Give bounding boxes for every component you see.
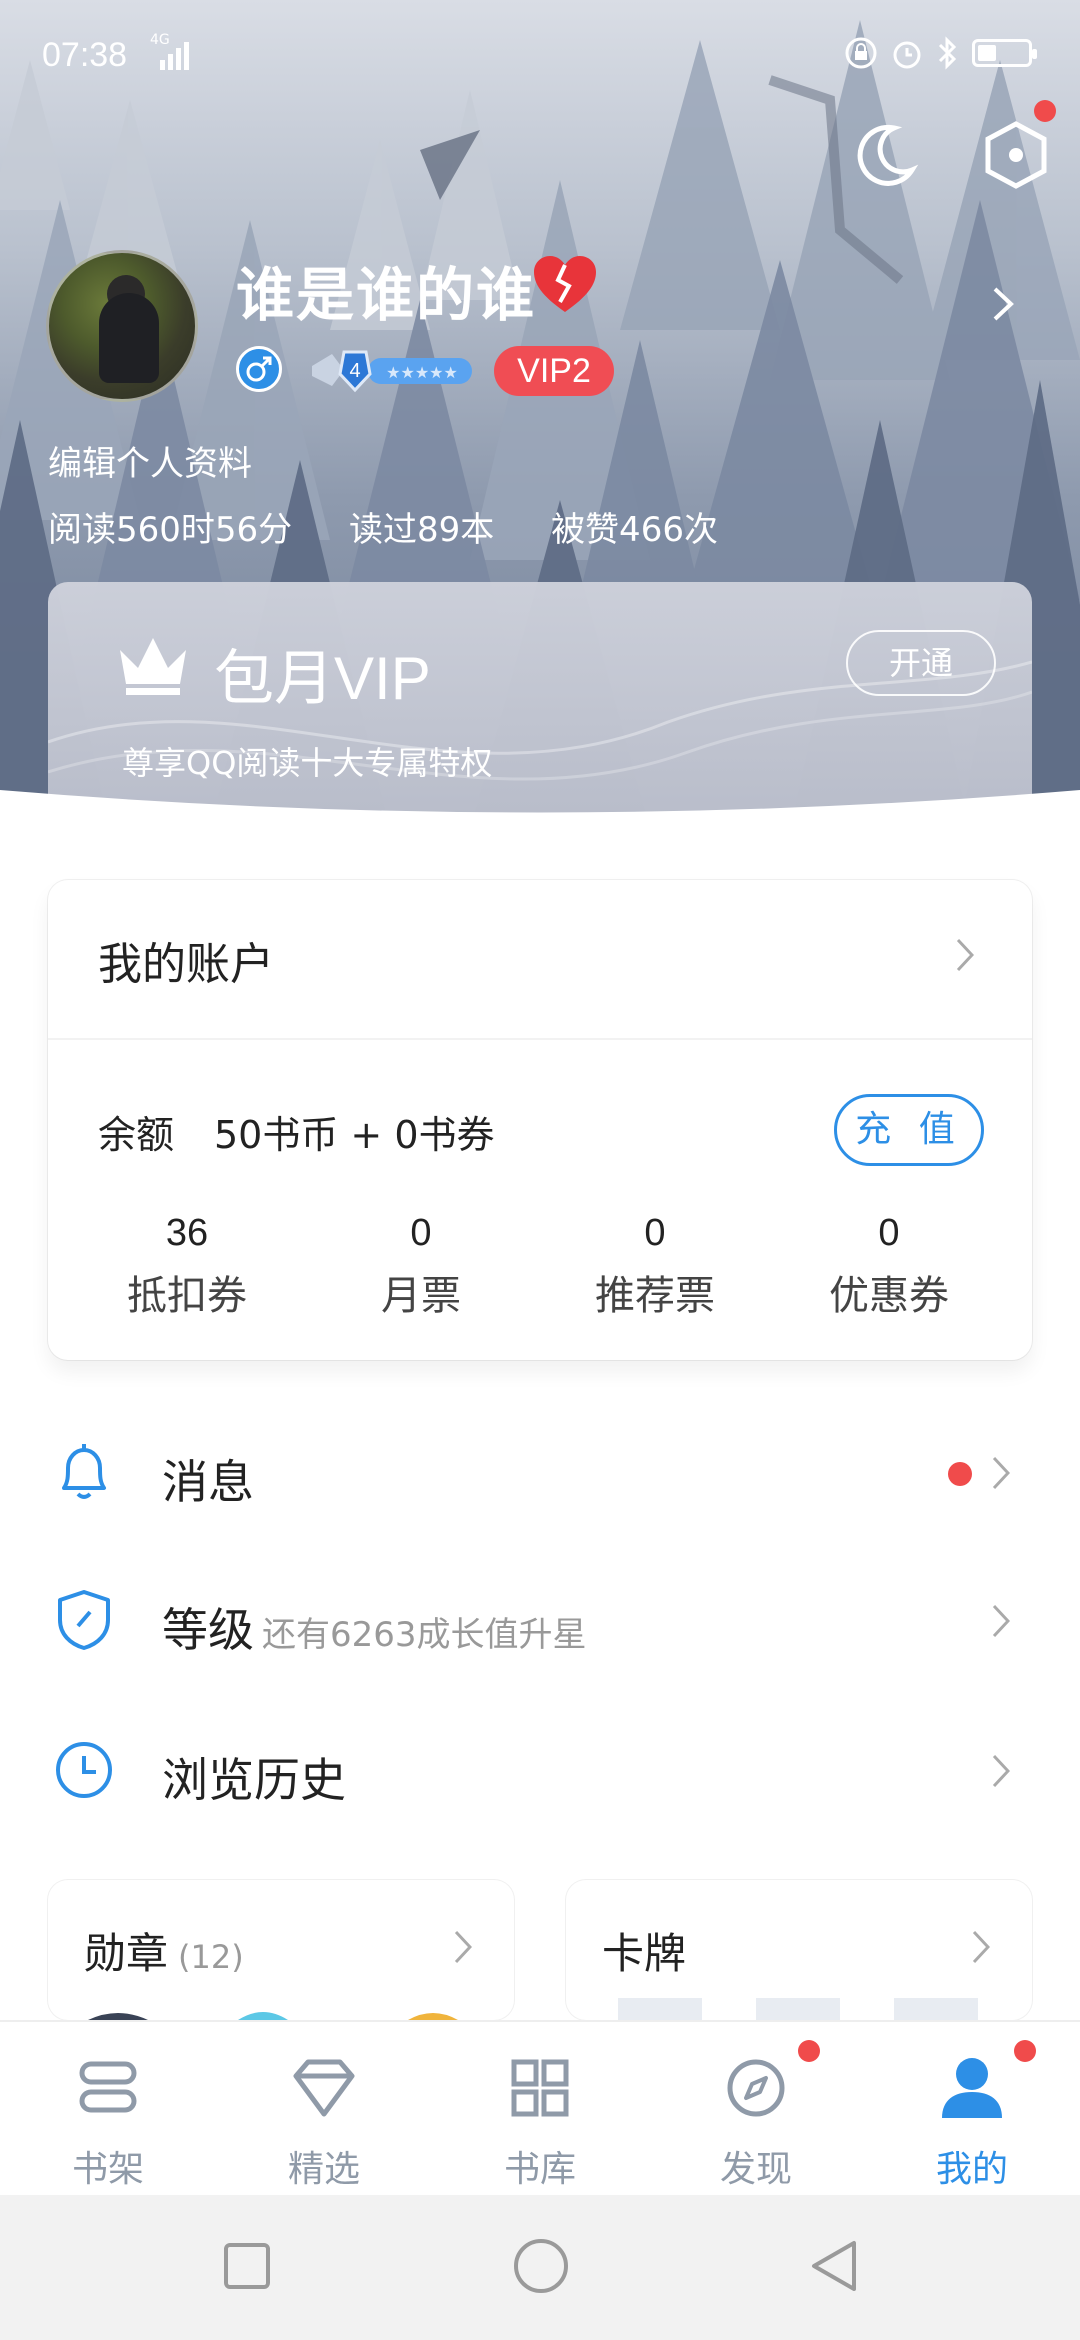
stat-monthly-tickets[interactable]: 0 月票 [304,1212,538,1321]
level-number: 4 [349,360,360,382]
tab-label: 发现 [719,2149,792,2190]
me-badge [1014,2040,1036,2062]
stat-value: 0 [878,1212,900,1254]
tab-featured[interactable]: 精选 [216,2022,432,2195]
chevron-right-icon [454,1930,472,1964]
balance-label: 余额 [98,1113,175,1157]
settings-icon[interactable] [984,120,1048,190]
stat-discount-coupons[interactable]: 0 优惠券 [772,1212,1006,1321]
grid-icon [511,2059,569,2117]
open-vip-button[interactable]: 开通 [846,630,996,696]
vip-badge[interactable]: VIP2 [494,346,614,396]
tab-library[interactable]: 书库 [432,2022,648,2195]
menu-item-history[interactable]: 浏览历史 [0,1710,1080,1830]
stat-deduction-coupons[interactable]: 36 抵扣券 [70,1212,304,1321]
diamond-icon [293,2059,355,2117]
bell-icon [62,1444,106,1499]
menu-item-messages[interactable]: 消息 [0,1412,1080,1532]
discover-badge [798,2040,820,2062]
account-stats: 36 抵扣券 0 月票 0 推荐票 0 优惠券 [48,1212,1032,1321]
cards-card[interactable]: 卡牌 [566,1880,1032,2020]
chevron-right-icon[interactable] [992,286,1014,322]
home-icon[interactable] [510,2235,572,2297]
broken-heart-icon [534,256,596,312]
clock-icon [56,1742,112,1798]
stat-label: 月票 [381,1273,461,1319]
tab-label: 书库 [503,2149,576,2190]
account-card: 我的账户 余额 50书币 + 0书券 充 值 36 抵扣券 0 月票 0 推荐票… [48,880,1032,1360]
bookshelf-icon [79,2061,137,2113]
person-icon [942,2058,1002,2118]
settings-badge [1034,100,1056,122]
recent-apps-icon[interactable] [216,2235,278,2297]
chevron-right-icon [972,1930,990,1964]
stat-value: 0 [644,1212,666,1254]
stat-recommend-tickets[interactable]: 0 推荐票 [538,1212,772,1321]
divider [48,1038,1032,1040]
stat-value: 0 [410,1212,432,1254]
unread-badge [948,1462,972,1486]
tab-label: 我的 [935,2149,1008,2190]
likes-count: 被赞466次 [551,510,718,550]
male-gender-icon [236,346,282,392]
vip-subtitle: 尊享QQ阅读十大专属特权 [122,744,493,782]
level-hint: 还有6263成长值升星 [262,1615,587,1655]
medals-count: (12) [178,1938,244,1976]
level-badge[interactable]: 4 ★★★★★ [308,346,474,394]
chevron-right-icon [992,1456,1010,1490]
lock-rotation-icon [845,37,877,69]
chevron-right-icon[interactable] [956,938,974,972]
signal-icon [160,42,189,70]
cards-title: 卡牌 [602,1929,687,1978]
medals-title: 勋章 (12) [84,1920,244,1981]
bottom-tab-bar: 书架 精选 书库 发现 我的 [0,2020,1080,2195]
reading-time: 阅读560时56分 [48,510,293,550]
alarm-icon [893,41,921,69]
medals-card[interactable]: 勋章 (12) [48,1880,514,2020]
card-previews [618,1998,978,2020]
balance-value: 50书币 + 0书券 [214,1113,495,1157]
back-icon[interactable] [804,2235,866,2297]
stat-label: 抵扣券 [127,1273,247,1319]
tab-me[interactable]: 我的 [864,2022,1080,2195]
status-bar: 07:38 4G [0,28,1080,88]
tab-label: 精选 [287,2149,360,2190]
edit-profile-link[interactable]: 编辑个人资料 [48,436,252,485]
tab-discover[interactable]: 发现 [648,2022,864,2195]
stat-label: 推荐票 [595,1273,715,1319]
compass-icon [727,2059,785,2117]
avatar[interactable] [46,250,198,402]
shield-icon [58,1590,110,1650]
profile-header: 07:38 4G 谁是谁的谁 4 ★★★★★ VIP2 编辑个人资料 阅读560… [0,0,1080,830]
menu-label: 等级 还有6263成长值升星 [162,1594,587,1660]
header-curve [0,790,1080,890]
books-read: 读过89本 [348,510,495,550]
account-title[interactable]: 我的账户 [98,928,274,992]
battery-icon [972,39,1037,67]
medals-label: 勋章 [84,1929,169,1978]
menu-item-level[interactable]: 等级 还有6263成长值升星 [0,1560,1080,1680]
stat-value: 36 [165,1212,209,1254]
stat-label: 优惠券 [829,1273,949,1319]
status-icons [844,36,1037,70]
tab-label: 书架 [71,2149,144,2190]
level-label: 等级 [162,1603,254,1657]
crown-icon [120,638,186,695]
menu-label: 消息 [162,1455,254,1509]
profile-stats: 阅读560时56分 读过89本 被赞466次 [48,502,764,551]
username: 谁是谁的谁 [236,261,537,329]
chevron-right-icon [992,1754,1010,1788]
vip-title: 包月VIP [214,645,431,712]
svg-text:★★★★★: ★★★★★ [386,363,458,382]
medal-previews [88,2012,458,2020]
menu-label: 浏览历史 [162,1753,346,1807]
recharge-button[interactable]: 充 值 [834,1094,984,1166]
status-time: 07:38 [42,36,128,74]
system-navigation-bar [0,2195,1080,2340]
tab-bookshelf[interactable]: 书架 [0,2022,216,2195]
night-mode-icon[interactable] [850,120,920,190]
bluetooth-icon [938,36,957,70]
chevron-right-icon [992,1604,1010,1638]
